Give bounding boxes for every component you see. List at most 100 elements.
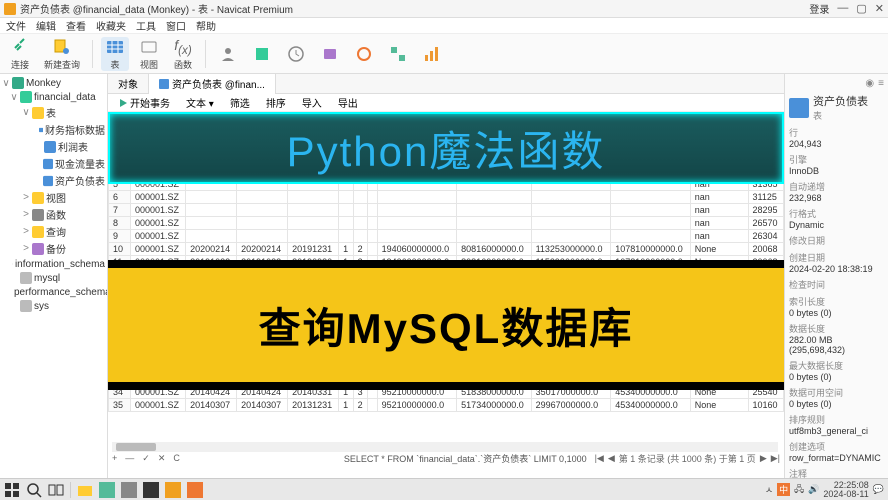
btn-export[interactable]: 导出 [332, 95, 364, 110]
cell [368, 191, 377, 204]
table-row[interactable]: 7000001.SZnan28295 [109, 204, 784, 217]
expand-icon[interactable]: > [22, 209, 30, 220]
cell: 29967000000.0 [531, 399, 611, 412]
toolbar-function[interactable]: f(x) 函数 [169, 37, 197, 71]
nav-prev-icon[interactable]: — [125, 453, 134, 463]
menu-view[interactable]: 查看 [66, 18, 86, 33]
tree-node[interactable]: ∨financial_data [2, 90, 105, 104]
horizontal-scrollbar[interactable] [112, 442, 778, 452]
scrollbar-thumb[interactable] [116, 443, 156, 451]
tree-node[interactable]: 资产负债表 [2, 172, 105, 189]
table-row[interactable]: 10000001.SZ20200214202002142019123112194… [109, 243, 784, 256]
tree-node[interactable]: >备份 [2, 240, 105, 257]
page-last-icon[interactable]: ▶| [771, 453, 780, 464]
tree-node[interactable]: >函数 [2, 206, 105, 223]
tree-node[interactable]: mysql [2, 271, 105, 285]
expand-icon[interactable]: > [22, 243, 30, 254]
page-first-icon[interactable]: |◀ [595, 453, 604, 464]
close-button[interactable]: ✕ [875, 2, 884, 15]
cell: 26304 [748, 230, 783, 243]
tree-node[interactable]: 财务指标数据 [2, 121, 105, 138]
sql-status-bar: + — ✓ ✕ C SELECT * FROM `financial_data`… [108, 452, 784, 464]
btn-begin-transaction[interactable]: 开始事务 [112, 95, 176, 110]
toolbar-backup[interactable] [316, 44, 344, 64]
cell [457, 204, 531, 217]
tree-node[interactable]: sys [2, 299, 105, 313]
btn-text[interactable]: 文本 ▾ [180, 95, 220, 110]
btn-sort[interactable]: 排序 [260, 95, 292, 110]
toolbar-schedule[interactable] [282, 44, 310, 64]
notification-icon[interactable]: 💬 [873, 484, 884, 495]
info-list-icon[interactable]: ≡ [878, 78, 884, 89]
table-row[interactable]: 35000001.SZ20140307201403072013123112952… [109, 399, 784, 412]
toolbar-connect[interactable]: 连接 [6, 37, 34, 71]
tree-node[interactable]: >查询 [2, 223, 105, 240]
toolbar-other[interactable] [248, 44, 276, 64]
tray-up-icon[interactable]: ㅅ [765, 483, 773, 496]
page-prev-icon[interactable]: ◀ [608, 453, 615, 464]
menu-tools[interactable]: 工具 [136, 18, 156, 33]
menu-help[interactable]: 帮助 [196, 18, 216, 33]
btn-filter[interactable]: 筛选 [224, 95, 256, 110]
table-row[interactable]: 9000001.SZnan26304 [109, 230, 784, 243]
toolbar-chart[interactable] [418, 44, 446, 64]
table-row[interactable]: 8000001.SZnan26570 [109, 217, 784, 230]
search-icon[interactable] [26, 482, 42, 498]
login-link[interactable]: 登录 [809, 1, 829, 16]
app-icon[interactable] [121, 482, 137, 498]
tray-ime-icon[interactable]: 中 [777, 483, 790, 496]
page-next-icon[interactable]: ▶ [760, 453, 767, 464]
maximize-button[interactable]: ▢ [856, 2, 866, 15]
minimize-button[interactable]: — [837, 2, 848, 15]
tree-node[interactable]: ∨表 [2, 104, 105, 121]
nav-first-icon[interactable]: + [112, 453, 117, 463]
expand-icon[interactable]: ∨ [22, 107, 30, 118]
menu-file[interactable]: 文件 [6, 18, 26, 33]
toolbar-view[interactable]: 视图 [135, 37, 163, 71]
start-icon[interactable] [4, 482, 20, 498]
info-key: 行格式 [789, 207, 884, 220]
expand-icon[interactable]: ∨ [10, 92, 18, 103]
toolbar-user[interactable] [214, 44, 242, 64]
toolbar-automation[interactable] [350, 44, 378, 64]
info-item: 创建选项row_format=DYNAMIC [789, 440, 884, 463]
nav-check-icon[interactable]: ✓ [142, 453, 150, 464]
data-grid[interactable]: ts_codemoney_captrad_1000001.SZnan389712… [108, 112, 784, 478]
menu-edit[interactable]: 编辑 [36, 18, 56, 33]
menu-favorites[interactable]: 收藏夹 [96, 18, 126, 33]
tree-node[interactable]: performance_schema [2, 285, 105, 299]
toolbar-table[interactable]: 表 [101, 37, 129, 71]
menu-window[interactable]: 窗口 [166, 18, 186, 33]
expand-icon[interactable]: > [22, 226, 30, 237]
info-key: 数据可用空间 [789, 386, 884, 399]
toolbar-model[interactable] [384, 44, 412, 64]
table-row[interactable]: 6000001.SZnan31125 [109, 191, 784, 204]
tree-node[interactable]: 现金流量表 [2, 155, 105, 172]
sub-toolbar: 开始事务 文本 ▾ 筛选 排序 导入 导出 [108, 94, 784, 112]
app-icon[interactable] [187, 482, 203, 498]
tab-balance-sheet[interactable]: 资产负债表 @finan... [149, 74, 276, 94]
expand-icon[interactable]: ∨ [2, 78, 10, 89]
navicat-icon[interactable] [165, 482, 181, 498]
tree-node[interactable]: ∨Monkey [2, 76, 105, 90]
tab-objects[interactable]: 对象 [108, 74, 149, 94]
cell: 20140307 [237, 399, 288, 412]
taskview-icon[interactable] [48, 482, 64, 498]
nav-refresh-icon[interactable]: C [173, 453, 180, 463]
app-icon[interactable] [99, 482, 115, 498]
tree-node[interactable]: >视图 [2, 189, 105, 206]
toolbar-sep [205, 40, 206, 68]
nav-cancel-icon[interactable]: ✕ [158, 453, 166, 464]
info-pin-icon[interactable]: ◉ [865, 78, 874, 89]
explorer-icon[interactable] [77, 482, 93, 498]
tray-volume-icon[interactable]: 🔊 [808, 484, 819, 495]
tree-node[interactable]: 利润表 [2, 138, 105, 155]
btn-import[interactable]: 导入 [296, 95, 328, 110]
toolbar-new-query[interactable]: 新建查询 [40, 37, 84, 71]
tree-label: sys [34, 301, 49, 312]
tray-network-icon[interactable]: 🖧 [794, 482, 804, 498]
app-icon[interactable] [143, 482, 159, 498]
tree-node[interactable]: information_schema [2, 257, 105, 271]
expand-icon[interactable]: > [22, 192, 30, 203]
clock[interactable]: 22:25:08 2024-08-11 [823, 481, 868, 499]
